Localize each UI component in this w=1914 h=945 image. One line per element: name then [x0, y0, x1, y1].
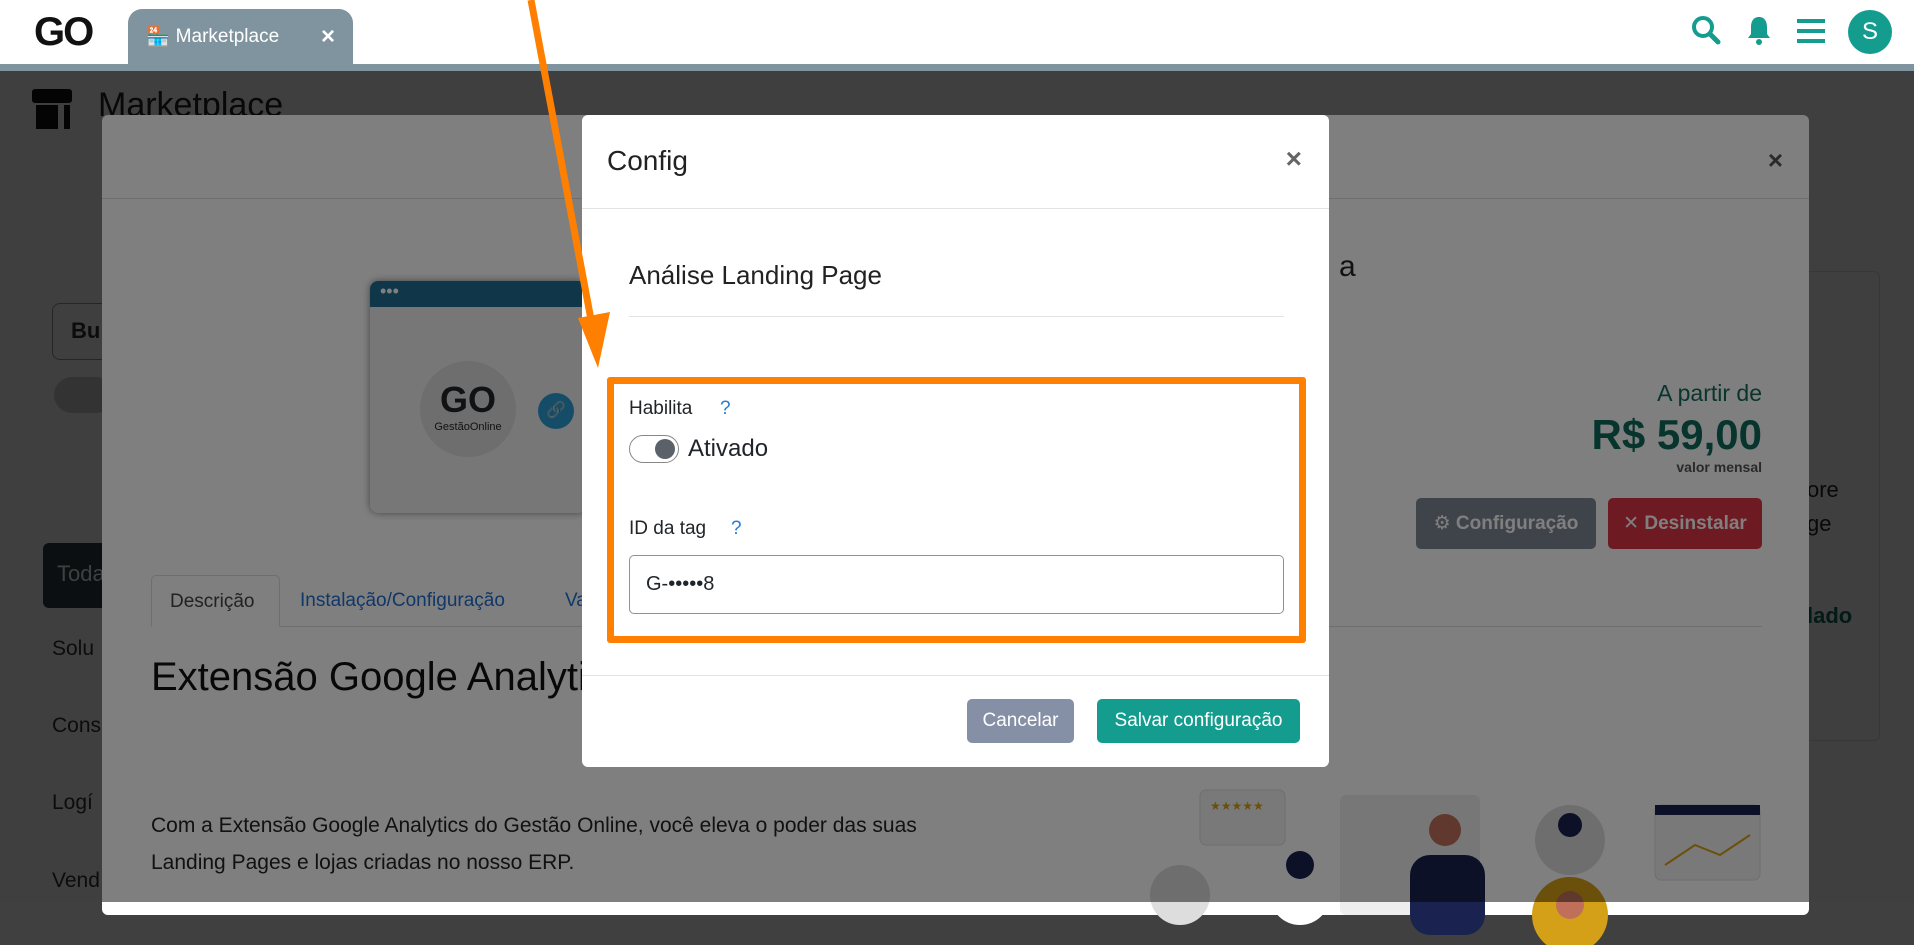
annotation-arrow: [527, 0, 610, 368]
